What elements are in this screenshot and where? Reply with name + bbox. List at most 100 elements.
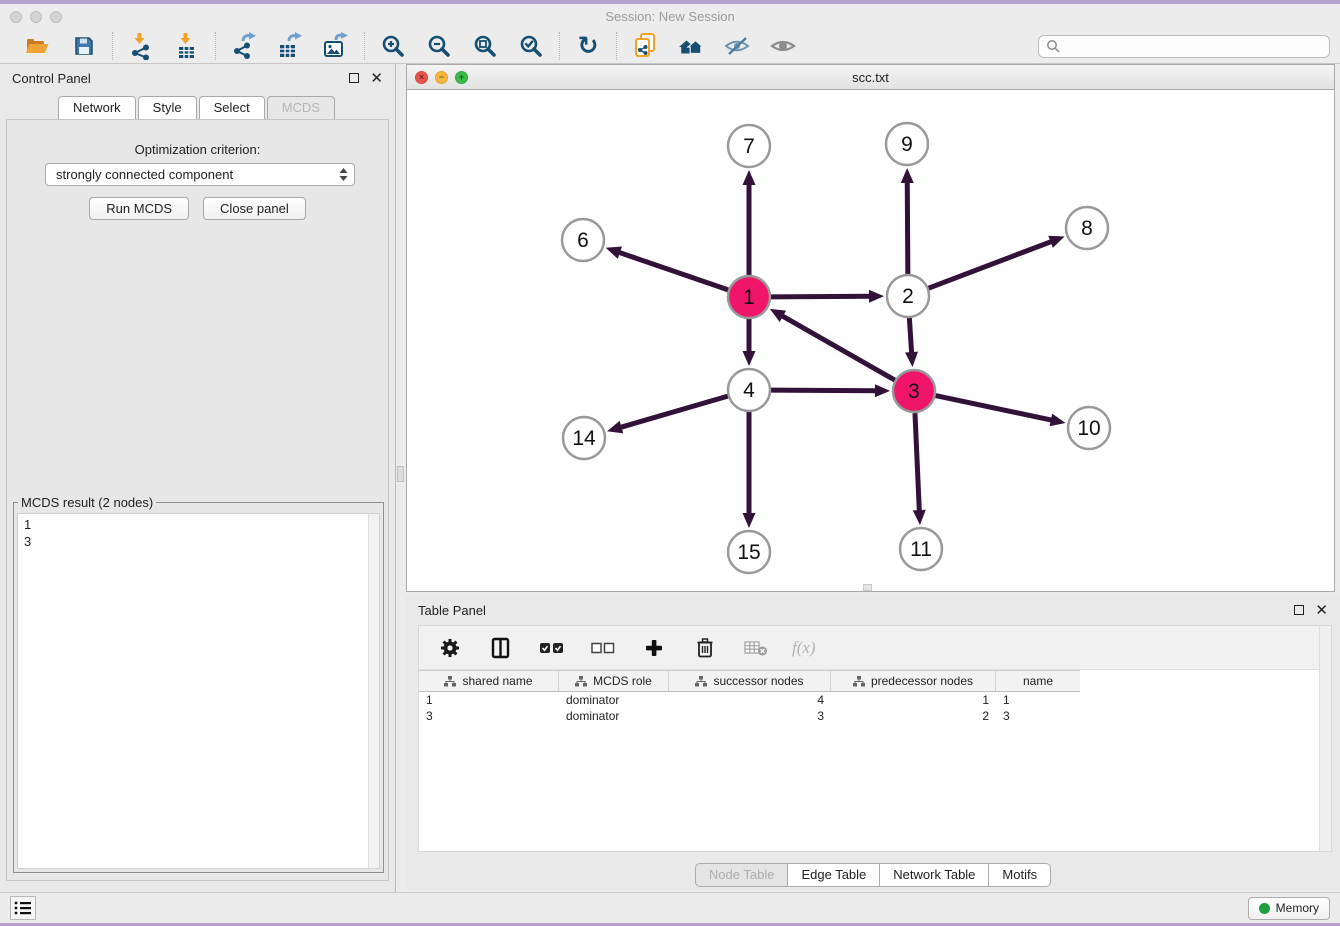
close-panel-icon[interactable]: ✕ bbox=[370, 71, 383, 86]
table-row[interactable]: 1 dominator 4 1 1 bbox=[419, 692, 1080, 708]
deselect-all-icon[interactable] bbox=[588, 633, 618, 663]
cell-successor-nodes[interactable]: 3 bbox=[669, 709, 831, 723]
cell-successor-nodes[interactable]: 4 bbox=[669, 693, 831, 707]
float-panel-icon[interactable] bbox=[349, 73, 359, 83]
import-network-icon[interactable] bbox=[126, 31, 156, 61]
close-table-panel-icon[interactable]: ✕ bbox=[1315, 603, 1328, 618]
graph-node-label: 6 bbox=[577, 229, 589, 252]
column-label: MCDS role bbox=[593, 674, 652, 688]
zoom-in-icon[interactable] bbox=[378, 31, 408, 61]
canvas-scroll-handle[interactable] bbox=[863, 584, 872, 591]
status-bar: Memory bbox=[0, 892, 1340, 923]
column-header-successor-nodes[interactable]: successor nodes bbox=[669, 671, 831, 691]
criterion-select[interactable]: strongly connected component bbox=[45, 163, 355, 186]
float-table-panel-icon[interactable] bbox=[1294, 605, 1304, 615]
export-network-icon[interactable] bbox=[229, 31, 259, 61]
import-table-icon[interactable] bbox=[172, 31, 202, 61]
open-session-icon[interactable] bbox=[23, 31, 53, 61]
graph-edge-2-3[interactable] bbox=[909, 318, 911, 355]
gear-icon[interactable] bbox=[435, 633, 465, 663]
delete-table-icon bbox=[741, 633, 771, 663]
graph-edge-arrow bbox=[869, 290, 884, 303]
mcds-result-title: MCDS result (2 nodes) bbox=[18, 495, 156, 510]
column-header-mcds-role[interactable]: MCDS role bbox=[559, 671, 669, 691]
cell-name[interactable]: 1 bbox=[996, 693, 1080, 707]
tab-node-table[interactable]: Node Table bbox=[695, 863, 789, 887]
window-title: Session: New Session bbox=[0, 9, 1340, 24]
delete-row-icon[interactable] bbox=[690, 633, 720, 663]
cell-predecessor-nodes[interactable]: 1 bbox=[831, 693, 996, 707]
graph-edge-3-11[interactable] bbox=[915, 413, 919, 513]
run-mcds-button[interactable]: Run MCDS bbox=[89, 197, 189, 220]
tab-mcds[interactable]: MCDS bbox=[267, 96, 335, 119]
graph-node-label: 1 bbox=[743, 286, 755, 309]
task-history-button[interactable] bbox=[10, 896, 36, 920]
graph-edge-4-14[interactable] bbox=[619, 396, 728, 428]
graph-edge-2-9[interactable] bbox=[907, 180, 908, 274]
graph-edge-2-8[interactable] bbox=[929, 241, 1054, 288]
export-table-icon[interactable] bbox=[275, 31, 305, 61]
first-neighbors-icon[interactable] bbox=[676, 31, 706, 61]
search-box[interactable] bbox=[1038, 35, 1330, 58]
graph-edge-arrow bbox=[607, 421, 623, 433]
cell-predecessor-nodes[interactable]: 2 bbox=[831, 709, 996, 723]
cell-shared-name[interactable]: 3 bbox=[419, 709, 559, 723]
clone-network-icon[interactable] bbox=[630, 31, 660, 61]
graph-node-label: 2 bbox=[902, 285, 914, 308]
graph-edge-3-10[interactable] bbox=[936, 396, 1054, 421]
memory-label: Memory bbox=[1276, 901, 1319, 915]
column-layout-icon[interactable] bbox=[486, 633, 516, 663]
cell-name[interactable]: 3 bbox=[996, 709, 1080, 723]
refresh-layout-icon[interactable]: ↻ bbox=[573, 31, 603, 61]
zoom-out-icon[interactable] bbox=[424, 31, 454, 61]
tab-style[interactable]: Style bbox=[138, 96, 197, 119]
main-toolbar: ↻ bbox=[0, 29, 1340, 64]
graph-edge-4-3[interactable] bbox=[771, 390, 878, 391]
memory-button[interactable]: Memory bbox=[1248, 897, 1330, 920]
titlebar: Session: New Session bbox=[0, 4, 1340, 29]
cell-mcds-role[interactable]: dominator bbox=[559, 709, 669, 723]
criterion-value: strongly connected component bbox=[56, 167, 339, 182]
tab-select[interactable]: Select bbox=[199, 96, 265, 119]
function-builder-icon: f(x) bbox=[792, 638, 816, 658]
graph-edge-arrow bbox=[743, 170, 756, 185]
cell-shared-name[interactable]: 1 bbox=[419, 693, 559, 707]
column-header-shared-name[interactable]: shared name bbox=[419, 671, 559, 691]
search-icon bbox=[1046, 39, 1060, 53]
mcds-result-scrollbar[interactable] bbox=[368, 514, 379, 868]
select-chevrons-icon bbox=[339, 167, 348, 182]
zoom-fit-icon[interactable] bbox=[470, 31, 500, 61]
control-panel-tabs: Network Style Select MCDS bbox=[0, 96, 395, 119]
graph-node-label: 15 bbox=[737, 541, 760, 564]
tab-edge-table[interactable]: Edge Table bbox=[788, 863, 880, 887]
graph-edge-arrow bbox=[743, 513, 756, 528]
show-hidden-icon[interactable] bbox=[768, 31, 798, 61]
panel-splitter-handle[interactable] bbox=[397, 466, 404, 482]
add-row-icon[interactable] bbox=[639, 633, 669, 663]
tab-motifs[interactable]: Motifs bbox=[989, 863, 1051, 887]
column-tree-icon bbox=[575, 676, 587, 687]
save-session-icon[interactable] bbox=[69, 31, 99, 61]
tab-network[interactable]: Network bbox=[58, 96, 136, 119]
network-window-titlebar[interactable]: × − + scc.txt bbox=[407, 65, 1334, 90]
select-all-icon[interactable] bbox=[537, 633, 567, 663]
column-header-name[interactable]: name bbox=[996, 671, 1080, 691]
table-tabs: Node Table Edge Table Network Table Moti… bbox=[406, 863, 1340, 887]
cell-mcds-role[interactable]: dominator bbox=[559, 693, 669, 707]
network-canvas[interactable]: 1234678910111415 bbox=[407, 90, 1334, 591]
network-window-title: scc.txt bbox=[407, 70, 1334, 85]
export-image-icon[interactable] bbox=[321, 31, 351, 61]
hide-selected-icon[interactable] bbox=[722, 31, 752, 61]
table-header-row: shared name MCDS role successor nodes pr… bbox=[419, 670, 1080, 692]
column-label: name bbox=[1023, 674, 1053, 688]
close-panel-button[interactable]: Close panel bbox=[203, 197, 306, 220]
graph-edge-3-1[interactable] bbox=[780, 315, 895, 380]
column-header-predecessor-nodes[interactable]: predecessor nodes bbox=[831, 671, 996, 691]
graph-edge-1-2[interactable] bbox=[771, 296, 872, 297]
search-input[interactable] bbox=[1065, 39, 1322, 53]
table-row[interactable]: 3 dominator 3 2 3 bbox=[419, 708, 1080, 724]
table-scrollbar[interactable] bbox=[1319, 626, 1331, 851]
tab-network-table[interactable]: Network Table bbox=[880, 863, 989, 887]
zoom-selected-icon[interactable] bbox=[516, 31, 546, 61]
graph-edge-1-6[interactable] bbox=[617, 252, 728, 290]
